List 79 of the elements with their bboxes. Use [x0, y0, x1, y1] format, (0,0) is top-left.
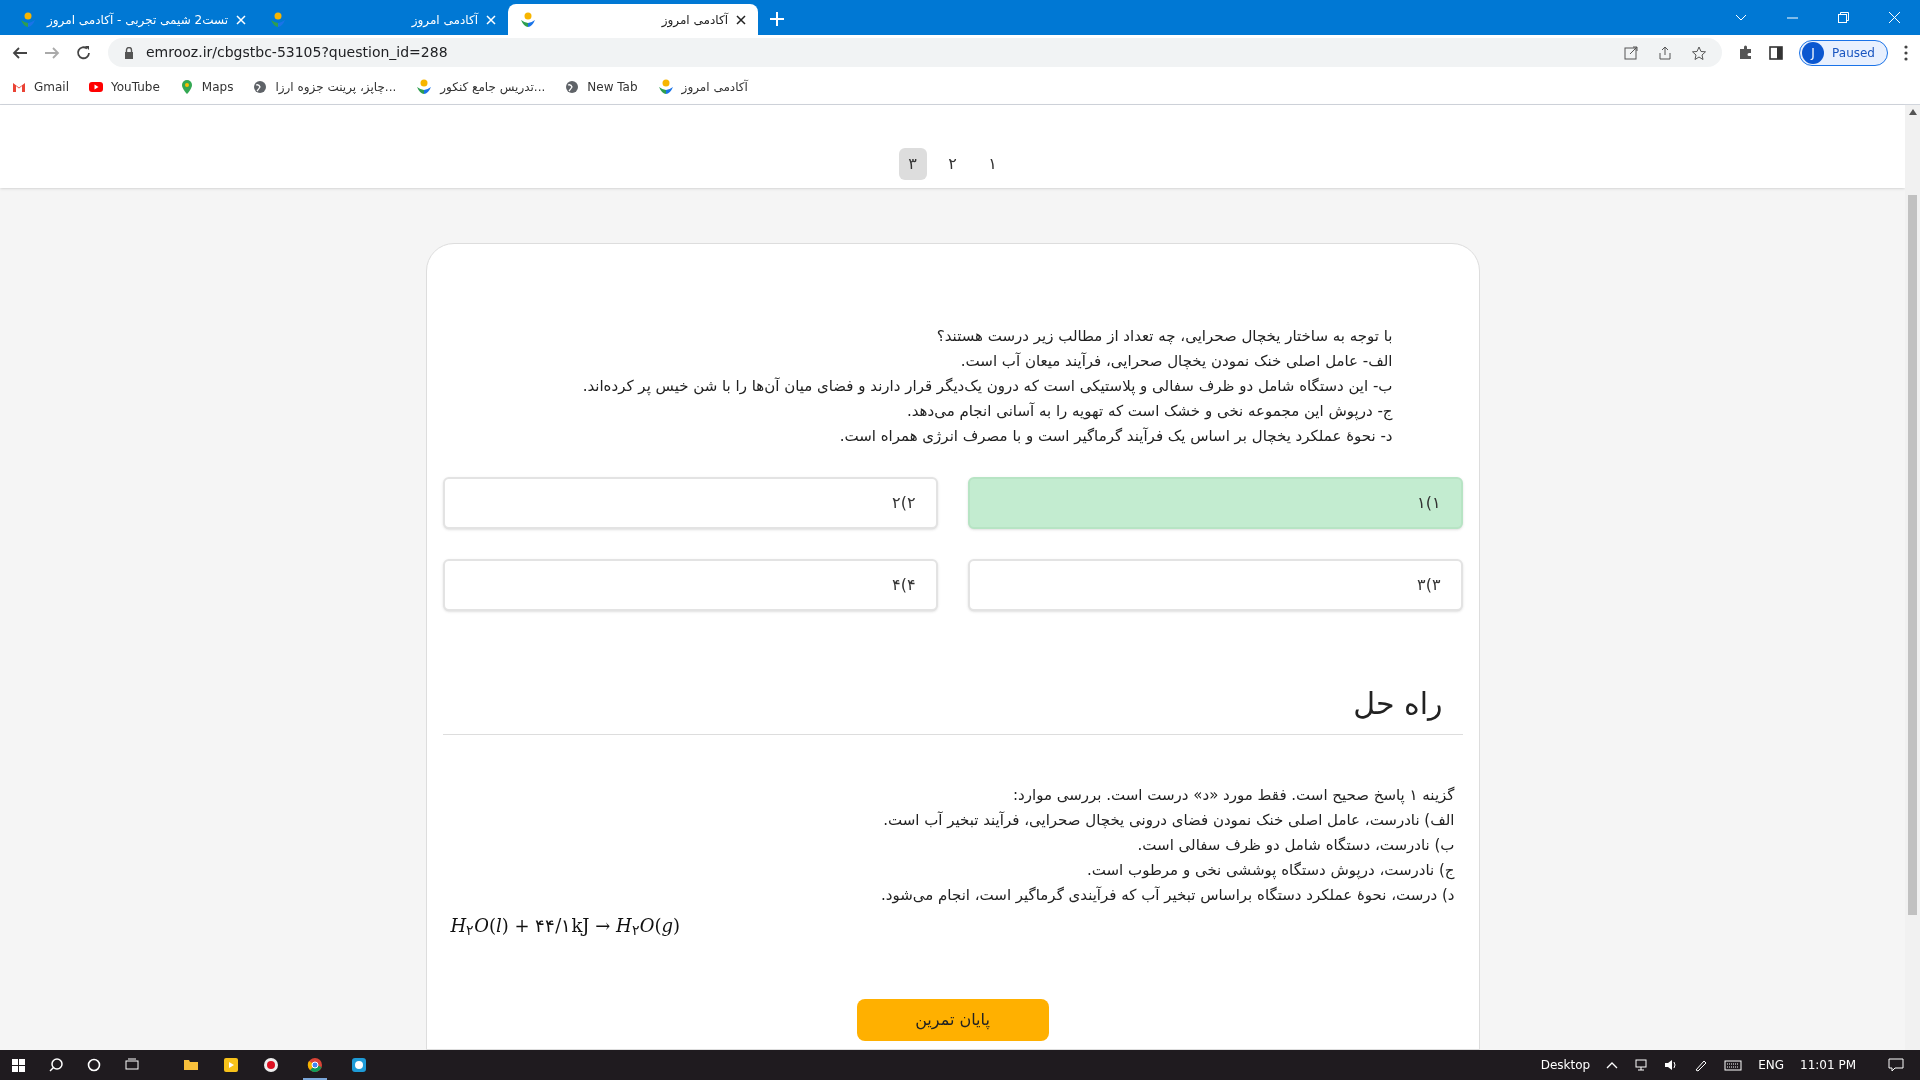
app-icon[interactable]: [223, 1057, 239, 1073]
bookmark[interactable]: New Tab: [565, 78, 638, 96]
question-text: د- نحوهٔ عملکرد یخچال بر اساس یک فرآیند گرماگیر است و با مصرف انرژی همراه است.: [838, 426, 1393, 447]
menu-icon[interactable]: [1904, 44, 1908, 61]
question-text: ج- درپوش این مجموعه نخی و خشک است که تهویه را به آسانی انجام می‌دهد.: [905, 401, 1393, 423]
scrollbar[interactable]: [1905, 105, 1920, 1050]
network-icon[interactable]: [1634, 1058, 1649, 1072]
bookmark[interactable]: آکادمی امروز: [657, 78, 748, 96]
logo-icon: [657, 79, 674, 95]
logo-icon: [520, 11, 536, 28]
solution-text: ب) نادرست، دستگاه شامل دو ظرف سفالی است.: [1136, 835, 1455, 856]
url-text: emrooz.ir/cbgstbc-53105?question_id=288: [146, 43, 448, 62]
solution-text: گزینه ۱ پاسخ صحیح است. فقط مورد «د» درست است. بررسی موارد:: [1012, 785, 1455, 807]
windows-icon[interactable]: [12, 1058, 25, 1072]
chevron-up-icon[interactable]: [1606, 1060, 1619, 1070]
share-icon[interactable]: [1658, 45, 1673, 60]
answer-option[interactable]: ۳)۳: [967, 559, 1463, 611]
globe-icon: [253, 80, 268, 94]
taskbar-label: Desktop: [1540, 1057, 1591, 1074]
back-icon[interactable]: [12, 44, 28, 61]
answer-option[interactable]: ۴)۴: [442, 559, 938, 611]
lock-icon: [124, 46, 134, 59]
question-text: با توجه به ساختار یخچال صحرایی، چه تعداد از مطالب زیر درست هستند؟: [935, 326, 1393, 347]
page-button[interactable]: ۱: [978, 148, 1007, 180]
puzzle-icon[interactable]: [1738, 45, 1754, 60]
bookmark[interactable]: چاپز، پرینت جزوه ارزا...: [253, 78, 397, 96]
page-button[interactable]: ۳: [898, 148, 927, 180]
logo-icon: [416, 79, 433, 95]
bookmark[interactable]: Maps: [179, 78, 234, 96]
logo-icon: [270, 11, 286, 28]
restore-icon[interactable]: [1838, 12, 1849, 23]
logo-icon: [20, 11, 36, 28]
tab-title: آکادمی امروز: [660, 11, 728, 29]
chevron-down-icon[interactable]: [1735, 13, 1747, 22]
globe-icon: [565, 80, 580, 94]
answer-option[interactable]: ۲)۲: [442, 477, 938, 529]
keyboard-icon[interactable]: [1724, 1058, 1743, 1072]
avatar: J: [1802, 41, 1825, 64]
question-text: ب- این دستگاه شامل دو ظرف سفالی و پلاستیکی است که درون یک‌دیگر قرار دارند و فضای میان آن‌ها را با شن خیس پر کرده‌اند.: [581, 376, 1393, 398]
finish-button[interactable]: پایان تمرین: [856, 999, 1049, 1041]
side-panel-icon[interactable]: [1769, 45, 1784, 60]
scroll-up-icon[interactable]: [1908, 109, 1917, 115]
speaker-icon[interactable]: [1664, 1058, 1679, 1072]
solution-text: د) درست، نحوهٔ عملکرد دستگاه براساس تبخیر آب که فرآیندی گرماگیر است، انجام می‌شود.: [880, 885, 1455, 906]
close-icon[interactable]: [736, 14, 746, 25]
solution-text: ج) نادرست، درپوش دستگاه پوششی نخی و مرطوب است.: [1086, 860, 1455, 882]
clock-text[interactable]: 11:01 PM: [1800, 1056, 1856, 1074]
browser-tab[interactable]: آکادمی امروز: [258, 4, 508, 35]
browser-tab[interactable]: آکادمی امروز: [508, 4, 758, 35]
bookmark[interactable]: تدریس جامع کنکور...: [416, 78, 546, 96]
section-heading: راه حل: [1352, 685, 1444, 723]
solution-text: الف) نادرست، عامل اصلی خنک نمودن فضای درونی یخچال صحرایی، فرآیند تبخیر آب است.: [882, 810, 1455, 831]
app-icon[interactable]: [351, 1057, 367, 1073]
tab-title: آکادمی امروز: [410, 11, 478, 29]
answer-option[interactable]: ۱)۱: [967, 477, 1463, 529]
mail-icon: [12, 80, 26, 94]
map-pin-icon: [179, 80, 194, 94]
folder-icon[interactable]: [183, 1057, 199, 1073]
reload-icon[interactable]: [76, 44, 92, 61]
record-icon[interactable]: [263, 1057, 279, 1073]
question-text: الف- عامل اصلی خنک نمودن یخچال صحرایی، فرآیند میعان آب است.: [959, 351, 1393, 372]
search-icon[interactable]: [49, 1058, 63, 1072]
bookmark[interactable]: Gmail: [12, 78, 69, 96]
profile-status: Paused: [1832, 44, 1875, 62]
language-indicator[interactable]: ENG: [1758, 1056, 1784, 1074]
pen-icon[interactable]: [1694, 1058, 1709, 1072]
tab-title: تست2 شیمی تجربی - آکادمی امروز: [45, 11, 228, 29]
address-bar[interactable]: emrooz.ir/cbgstbc-53105?question_id=288: [108, 38, 1723, 67]
profile-button[interactable]: J Paused: [1799, 39, 1888, 66]
page-button[interactable]: ۲: [938, 148, 967, 180]
open-external-icon[interactable]: [1624, 45, 1639, 60]
bookmark[interactable]: YouTube: [89, 78, 160, 96]
browser-tab[interactable]: تست2 شیمی تجربی - آکادمی امروز: [8, 4, 258, 35]
new-tab-icon[interactable]: [770, 12, 784, 26]
circle-icon[interactable]: [87, 1058, 101, 1072]
notification-icon[interactable]: [1888, 1057, 1904, 1073]
task-view-icon[interactable]: [125, 1058, 139, 1072]
video-play-icon: [89, 80, 103, 94]
star-icon[interactable]: [1692, 45, 1707, 60]
